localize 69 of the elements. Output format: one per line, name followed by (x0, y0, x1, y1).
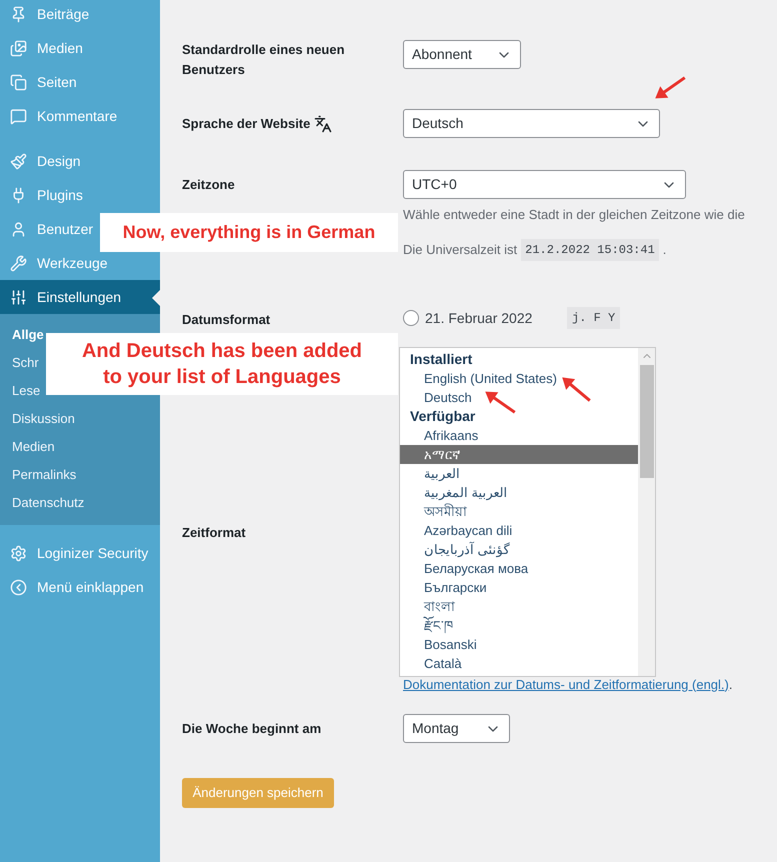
sidebar-item[interactable]: Seiten (10, 65, 77, 99)
week-start-select[interactable]: Montag (403, 714, 510, 743)
group-heading: Installiert (409, 350, 472, 369)
period-text: . (728, 676, 732, 694)
language-option[interactable]: বাংলা (400, 597, 638, 616)
sidebar-item[interactable]: Plugins (10, 178, 83, 212)
language-option[interactable]: English (United States) (400, 369, 638, 388)
language-option[interactable]: Català (400, 654, 638, 673)
language-option[interactable]: རྫོང་ཁ (400, 616, 638, 635)
user-icon (10, 220, 27, 238)
documentation-link[interactable]: Dokumentation zur Datums- und Zeitformatierung (engl.) (403, 674, 729, 694)
submenu-item[interactable]: Medien (12, 437, 55, 457)
language-option[interactable]: العربية المغربية (400, 483, 638, 502)
current-page-pointer (152, 290, 160, 306)
translate-icon (314, 114, 332, 132)
time-code: 21.2.2022 15:03:41 (521, 238, 659, 260)
timezone-select[interactable]: UTC+0 (403, 170, 686, 199)
wrench-icon (10, 254, 27, 272)
sidebar-item[interactable]: Design (10, 144, 81, 178)
language-option[interactable]: অসমীয়া (400, 502, 638, 521)
sidebar-item[interactable]: Beiträge (10, 0, 90, 31)
field-label: Zeitzone (182, 176, 235, 194)
language-option[interactable]: گؤنئی آذربایجان (400, 540, 638, 559)
sidebar-item[interactable]: Kommentare (10, 99, 118, 133)
group-heading: Verfügbar (409, 407, 476, 426)
field-label: Zeitformat (182, 525, 246, 540)
submenu-item[interactable]: Diskussion (12, 409, 75, 429)
field-label: Die Woche beginnt am (182, 720, 322, 738)
language-option[interactable]: Беларуская мова (400, 559, 638, 578)
option-label: 21. Februar 2022 (425, 308, 534, 328)
language-option[interactable]: Azərbaycan dili (400, 521, 638, 540)
language-option[interactable]: አማርኛ (400, 445, 638, 464)
annotation-label: And Deutsch has been added to your list of Languages (46, 333, 398, 395)
role-select[interactable]: Abonnent (403, 40, 521, 69)
collapse-icon (10, 578, 27, 596)
field-description: Wähle entweder eine Stadt in der gleichen Zeitzone wie die (403, 206, 745, 224)
format-code: j. F Y (567, 307, 620, 329)
submenu-item[interactable]: Datenschutz (12, 493, 84, 513)
sidebar-item[interactable]: Medien (10, 31, 83, 65)
sidebar-item[interactable]: Menü einklappen (10, 570, 144, 604)
sliders-icon (10, 288, 27, 306)
period-text: . (662, 240, 666, 259)
field-label: Datumsformat (182, 312, 270, 327)
pages-icon (10, 74, 27, 90)
submenu-item[interactable]: Lese (12, 381, 40, 401)
language-option[interactable]: Afrikaans (400, 426, 638, 445)
sidebar-item[interactable]: Loginizer Security (10, 536, 148, 570)
field-label: Sprache der Website (182, 114, 310, 133)
scrollbar[interactable] (638, 348, 655, 676)
media-icon (10, 40, 27, 56)
field-label: Standardrolle eines neuen Benutzers (182, 41, 346, 79)
paintbrush-icon (10, 152, 27, 170)
language-option[interactable]: Bosanski (400, 635, 638, 654)
field-description: Die Universalzeit ist (403, 240, 518, 259)
language-option[interactable]: Deutsch (400, 388, 638, 407)
submenu-item[interactable]: Schr (12, 353, 39, 373)
submenu-item[interactable]: Permalinks (12, 465, 76, 485)
annotation-label: Now, everything is in German (100, 213, 398, 252)
comment-icon (10, 108, 27, 124)
sidebar-item[interactable]: Einstellungen (0, 280, 160, 314)
gear-icon (10, 544, 27, 562)
scrollbar-thumb[interactable] (640, 365, 654, 478)
radio-button[interactable] (403, 310, 419, 326)
submenu-item[interactable]: Allge (12, 325, 44, 345)
pin-icon (10, 6, 27, 22)
language-select[interactable]: Deutsch (403, 109, 660, 138)
language-option[interactable]: Български (400, 578, 638, 597)
sidebar-item[interactable]: Benutzer (10, 212, 94, 246)
language-option[interactable]: العربية (400, 464, 638, 483)
